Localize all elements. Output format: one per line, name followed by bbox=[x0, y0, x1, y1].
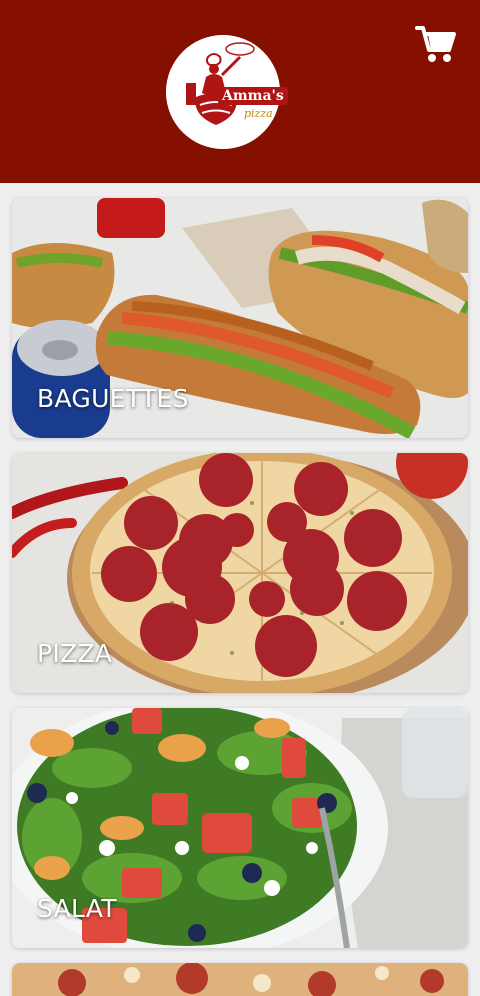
logo-subtext: pizza bbox=[244, 107, 273, 120]
category-card-salat[interactable]: SALAT bbox=[12, 708, 468, 948]
category-label: SALAT bbox=[37, 894, 117, 923]
category-card-next[interactable] bbox=[12, 963, 468, 996]
app-header: Amma's pizza bbox=[0, 0, 480, 183]
category-label: BAGUETTES bbox=[37, 384, 189, 413]
shopping-cart-icon[interactable] bbox=[414, 24, 456, 64]
category-label: PIZZA bbox=[37, 639, 113, 668]
pizza-partial-image bbox=[12, 963, 468, 996]
category-card-baguettes[interactable]: BAGUETTES bbox=[12, 198, 468, 438]
logo-text: Amma's bbox=[218, 87, 288, 105]
category-card-pizza[interactable]: PIZZA bbox=[12, 453, 468, 693]
